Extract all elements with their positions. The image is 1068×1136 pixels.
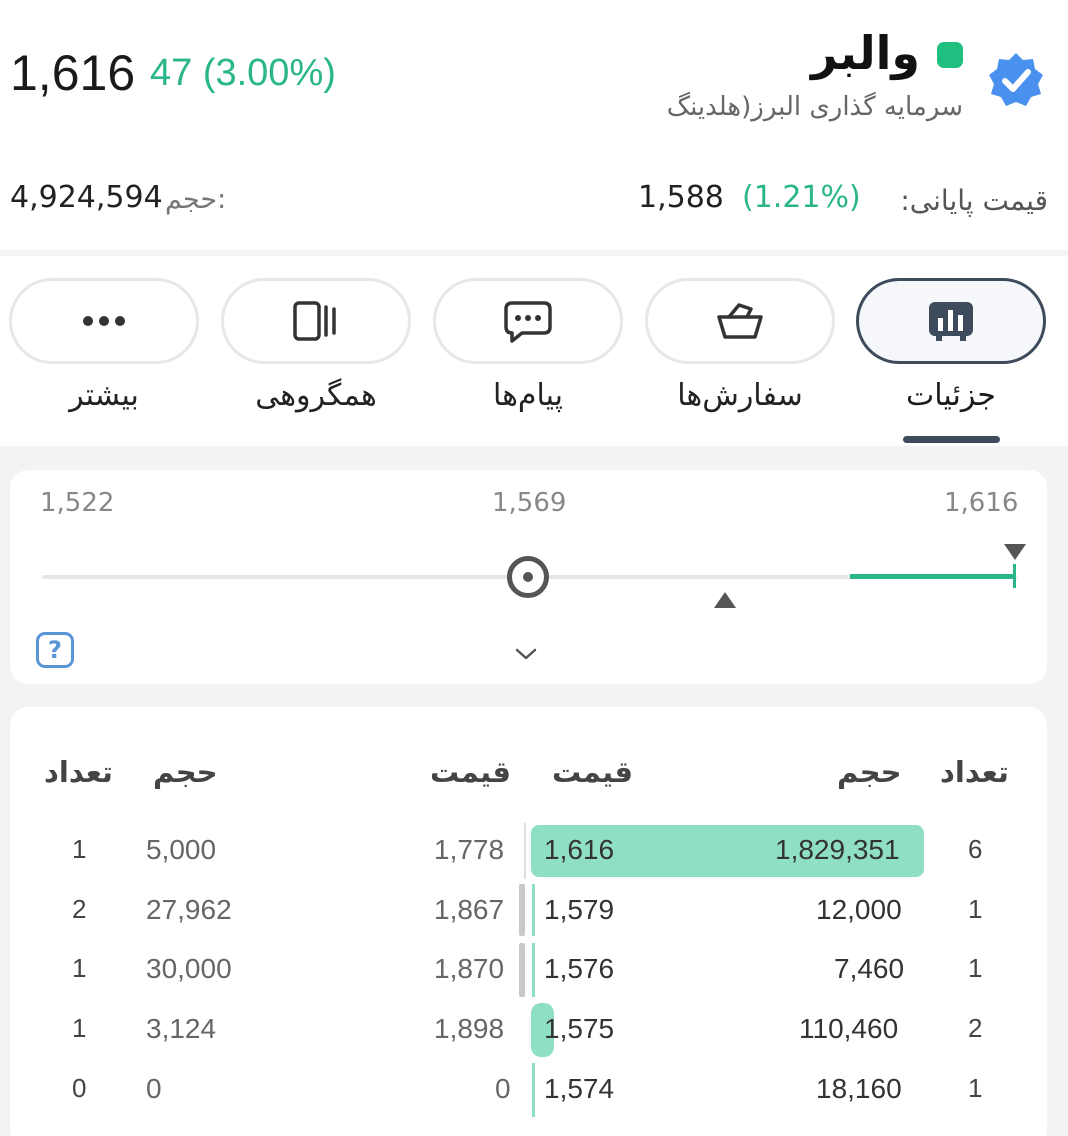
- market-status-dot: [937, 42, 963, 68]
- sell-volume-header: حجم: [153, 755, 218, 789]
- buy-volume: 12,000: [816, 894, 902, 925]
- buy-volume: 7,460: [834, 953, 905, 984]
- order-book: تعداد حجم قیمت قیمت حجم تعداد 1 5,000 1,…: [10, 707, 1047, 1136]
- verified-badge-icon: [989, 53, 1043, 106]
- sell-count-header: تعداد: [44, 755, 113, 789]
- price-change: 47 (3.00%): [150, 52, 336, 94]
- buy-price-header: قیمت: [552, 755, 633, 789]
- symbol-name: والبر: [810, 26, 920, 80]
- reference-marker: [507, 556, 549, 598]
- buy-count: 6: [968, 834, 983, 864]
- basket-icon: [717, 303, 763, 339]
- more-icon: [83, 316, 125, 326]
- tab-orders-label: سفارش‌ها: [677, 378, 803, 413]
- sell-volume: 27,962: [146, 894, 232, 925]
- volume-label: حجم:: [165, 184, 227, 215]
- chat-icon: [504, 301, 552, 343]
- sell-count: 1: [72, 953, 87, 983]
- sell-volume: 5,000: [146, 834, 217, 865]
- group-icon: [293, 301, 336, 341]
- tab-bar: جزئیات سفارش‌ها پیام‌ها همگروهی بیشتر: [0, 256, 1068, 446]
- ask-depth-bar: [519, 884, 525, 936]
- sell-price[interactable]: 1,778: [434, 834, 504, 866]
- sell-count: 2: [72, 894, 87, 924]
- tab-details-label: جزئیات: [906, 378, 996, 413]
- buy-volume: 1,829,351: [775, 834, 900, 865]
- price-range-card: 1,522 1,569 1,616 ?: [10, 470, 1047, 684]
- sell-count: 1: [72, 1013, 87, 1043]
- chevron-down-icon[interactable]: [514, 642, 538, 666]
- sell-price-header: قیمت: [430, 755, 511, 789]
- close-price-label: قیمت پایانی:: [900, 184, 1048, 217]
- active-tab-indicator: [903, 436, 1000, 443]
- tab-peers[interactable]: [221, 278, 411, 364]
- company-name: سرمایه گذاری البرز(هلدینگ: [666, 92, 963, 122]
- tab-more-label: بیشتر: [69, 378, 139, 413]
- help-icon[interactable]: ?: [36, 632, 74, 668]
- close-price-marker: [714, 592, 736, 608]
- sell-price[interactable]: 0: [495, 1073, 511, 1105]
- sell-price[interactable]: 1,898: [434, 1013, 504, 1045]
- bar-chart-icon: [929, 302, 973, 341]
- buy-count: 1: [968, 1073, 983, 1103]
- range-fill: [850, 574, 1016, 579]
- sell-price[interactable]: 1,870: [434, 953, 504, 985]
- close-price-value: 1,588: [638, 180, 724, 215]
- sell-volume: 30,000: [146, 953, 232, 984]
- last-price-marker: [1004, 544, 1026, 560]
- range-mid-label: 1,569: [492, 488, 567, 518]
- sell-volume: 3,124: [146, 1013, 217, 1044]
- ask-depth-bar: [519, 943, 525, 997]
- symbol-header: 1,616 47 (3.00%) والبر سرمایه گذاری البر…: [0, 0, 1068, 250]
- sell-volume: 0: [146, 1073, 162, 1104]
- buy-volume: 18,160: [816, 1073, 902, 1104]
- buy-price[interactable]: 1,576: [544, 953, 614, 985]
- tab-more[interactable]: [9, 278, 199, 364]
- sell-count: 0: [72, 1073, 87, 1103]
- bid-depth-bar: [532, 884, 535, 936]
- buy-count: 1: [968, 894, 983, 924]
- close-price-change: (1.21%): [742, 180, 861, 215]
- buy-count-header: تعداد: [940, 755, 1009, 789]
- range-high-label: 1,616: [944, 488, 1019, 518]
- buy-price[interactable]: 1,616: [544, 834, 614, 866]
- range-low-label: 1,522: [40, 488, 115, 518]
- buy-count: 2: [968, 1013, 983, 1043]
- tab-messages[interactable]: [433, 278, 623, 364]
- buy-volume: 110,460: [799, 1013, 899, 1044]
- buy-volume-header: حجم: [837, 755, 902, 789]
- sell-count: 1: [72, 834, 87, 864]
- buy-price[interactable]: 1,575: [544, 1013, 614, 1045]
- tab-messages-label: پیام‌ها: [492, 378, 564, 413]
- tab-orders[interactable]: [645, 278, 835, 364]
- bid-depth-bar: [532, 943, 535, 997]
- buy-count: 1: [968, 953, 983, 983]
- bid-depth-bar: [532, 1063, 535, 1117]
- range-fill-end: [1013, 564, 1016, 588]
- tab-peers-label: همگروهی: [255, 378, 377, 413]
- buy-price[interactable]: 1,579: [544, 894, 614, 926]
- volume-value: 4,924,594: [10, 180, 163, 215]
- tab-details[interactable]: [856, 278, 1046, 364]
- buy-price[interactable]: 1,574: [544, 1073, 614, 1105]
- book-separator: [524, 823, 526, 879]
- sell-price[interactable]: 1,867: [434, 894, 504, 926]
- last-price: 1,616: [10, 45, 136, 101]
